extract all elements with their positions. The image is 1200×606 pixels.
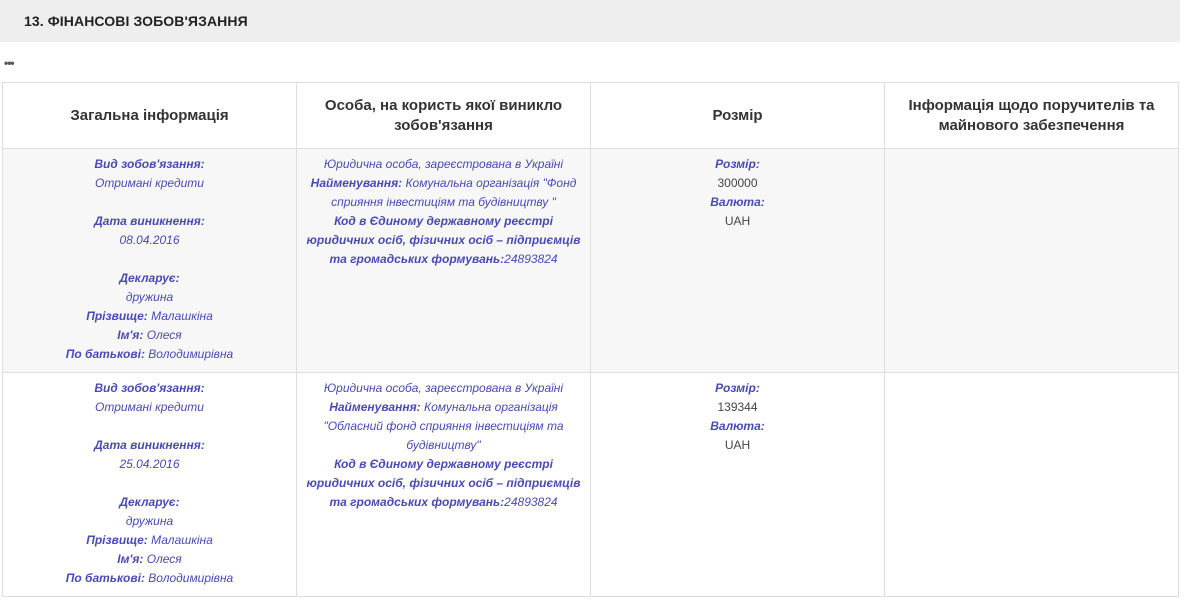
patronymic-label: По батькові: — [65, 571, 145, 585]
surname-label: Прізвище: — [86, 309, 148, 323]
more-options-icon[interactable]: ••• — [4, 56, 15, 70]
currency-value: UAH — [724, 438, 751, 452]
financial-obligations-table: Загальна інформація Особа, на користь як… — [2, 82, 1179, 597]
creditor-code-line: Код в Єдиному державному реєстрі юридичн… — [303, 212, 584, 269]
patronymic-line: По батькові: Володимирівна — [9, 345, 290, 364]
amount-value: 139344 — [717, 400, 758, 414]
obligation-type-value: Отримані кредити — [95, 400, 204, 414]
declarant-value: дружина — [125, 514, 174, 528]
header-creditor: Особа, на користь якої виникло зобов'яза… — [296, 82, 591, 149]
amount-label: Розмір: — [715, 381, 760, 395]
obligation-type-label: Вид зобов'язання: — [94, 157, 205, 171]
creditor-type: Юридична особа, зареєстрована в Україні — [323, 157, 564, 171]
name-label: Ім'я: — [117, 328, 144, 342]
creditor-type: Юридична особа, зареєстрована в Україні — [323, 381, 564, 395]
amount-value: 300000 — [717, 176, 758, 190]
guarantors-cell — [884, 148, 1179, 373]
currency-label: Валюта: — [710, 419, 765, 433]
patronymic-value: Володимирівна — [148, 571, 234, 585]
creditor-cell: Юридична особа, зареєстрована в Україні … — [296, 372, 591, 597]
surname-value: Малашкіна — [151, 309, 213, 323]
date-label: Дата виникнення: — [94, 214, 205, 228]
creditor-code-line: Код в Єдиному державному реєстрі юридичн… — [303, 455, 584, 512]
creditor-name-line: Найменування: Комунальна організація "Об… — [303, 398, 584, 455]
currency-value: UAH — [724, 214, 751, 228]
creditor-cell: Юридична особа, зареєстрована в Україні … — [296, 148, 591, 373]
amount-cell: Розмір: 139344 Валюта: UAH — [590, 372, 885, 597]
currency-label: Валюта: — [710, 195, 765, 209]
table-header-row: Загальна інформація Особа, на користь як… — [2, 82, 1179, 149]
creditor-name-label: Найменування: — [310, 176, 403, 190]
header-amount: Розмір — [590, 82, 885, 149]
guarantors-cell — [884, 372, 1179, 597]
creditor-name-line: Найменування: Комунальна організація "Фо… — [303, 174, 584, 212]
table-row: Вид зобов'язання: Отримані кредити Дата … — [2, 372, 1179, 597]
header-general-info: Загальна інформація — [2, 82, 297, 149]
surname-line: Прізвище: Малашкіна — [9, 531, 290, 550]
name-line: Ім'я: Олеся — [9, 326, 290, 345]
obligation-type-value: Отримані кредити — [95, 176, 204, 190]
date-value: 08.04.2016 — [119, 233, 180, 247]
header-guarantors: Інформація щодо поручителів та майнового… — [884, 82, 1179, 149]
date-label: Дата виникнення: — [94, 438, 205, 452]
declarant-label: Декларує: — [119, 495, 180, 509]
name-value: Олеся — [146, 328, 182, 342]
obligation-type-label: Вид зобов'язання: — [94, 381, 205, 395]
table-row: Вид зобов'язання: Отримані кредити Дата … — [2, 148, 1179, 373]
amount-label: Розмір: — [715, 157, 760, 171]
patronymic-line: По батькові: Володимирівна — [9, 569, 290, 588]
surname-label: Прізвище: — [86, 533, 148, 547]
creditor-code-value: 24893824 — [504, 495, 558, 509]
creditor-name-label: Найменування: — [329, 400, 421, 414]
declarant-label: Декларує: — [119, 271, 180, 285]
section-title: 13. ФІНАНСОВІ ЗОБОВ'ЯЗАННЯ — [24, 13, 248, 29]
patronymic-value: Володимирівна — [148, 347, 234, 361]
surname-value: Малашкіна — [151, 533, 213, 547]
date-value: 25.04.2016 — [119, 457, 180, 471]
declarant-value: дружина — [125, 290, 174, 304]
creditor-code-value: 24893824 — [504, 252, 558, 266]
amount-cell: Розмір: 300000 Валюта: UAH — [590, 148, 885, 373]
general-info-cell: Вид зобов'язання: Отримані кредити Дата … — [2, 372, 297, 597]
section-header: 13. ФІНАНСОВІ ЗОБОВ'ЯЗАННЯ — [0, 0, 1180, 42]
patronymic-label: По батькові: — [65, 347, 145, 361]
name-label: Ім'я: — [117, 552, 144, 566]
name-line: Ім'я: Олеся — [9, 550, 290, 569]
name-value: Олеся — [146, 552, 182, 566]
surname-line: Прізвище: Малашкіна — [9, 307, 290, 326]
general-info-cell: Вид зобов'язання: Отримані кредити Дата … — [2, 148, 297, 373]
